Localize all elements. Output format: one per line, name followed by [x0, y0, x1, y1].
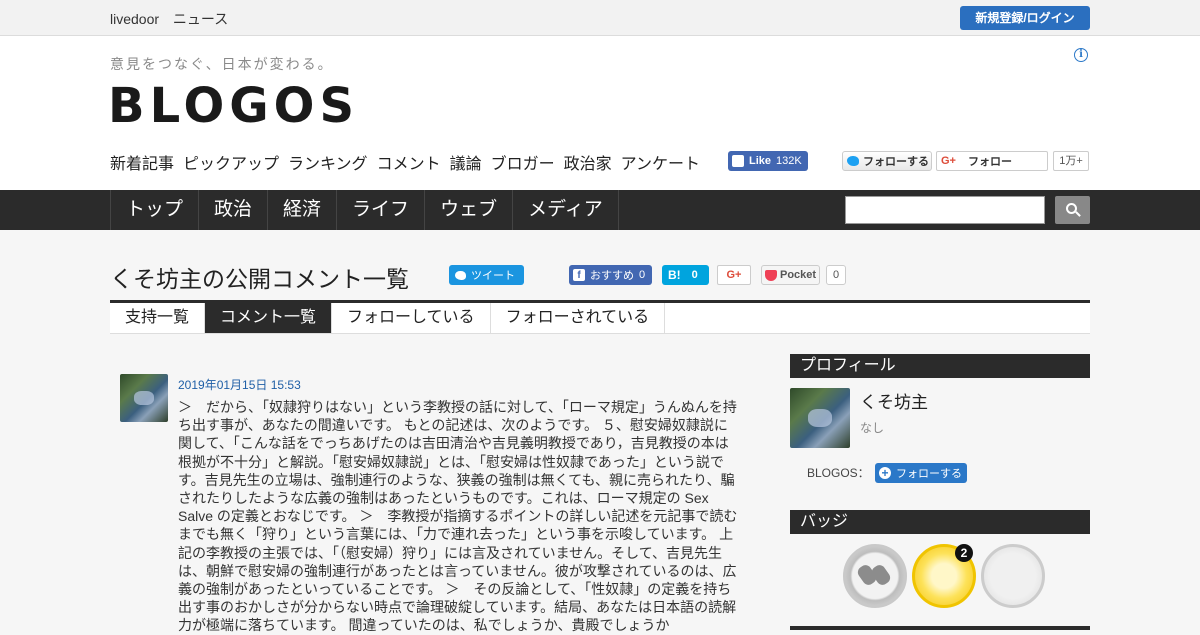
hatena-icon: B!	[668, 268, 681, 282]
commenter-avatar[interactable]	[120, 374, 168, 422]
badge-count: 2	[955, 544, 973, 562]
subnav-politician[interactable]: 政治家	[564, 150, 612, 174]
page-title: くそ坊主の公開コメント一覧	[110, 266, 409, 292]
fb-recommend-label: おすすめ	[590, 270, 634, 282]
pocket-button[interactable]: Pocket	[761, 265, 820, 285]
nav-media[interactable]: メディア	[513, 190, 619, 230]
facebook-like-button[interactable]: Like 132K	[728, 151, 808, 171]
ad-info-icon[interactable]: i	[1074, 48, 1088, 62]
blogos-logo[interactable]: BLOGOS	[108, 78, 359, 134]
subnav-blogger[interactable]: ブロガー	[491, 150, 555, 174]
sidebar-divider	[790, 626, 1090, 630]
plus-icon: +	[879, 467, 891, 479]
tweet-label: ツイート	[471, 270, 515, 282]
fb-recommend-count: 0	[639, 269, 646, 281]
social-share-badge-icon[interactable]	[981, 544, 1045, 608]
thumbs-up-icon	[732, 155, 744, 167]
nav-life[interactable]: ライフ	[337, 190, 426, 230]
profile-tabs: 支持一覧 コメント一覧 フォローしている フォローされている	[110, 300, 1090, 334]
top-bar: livedoor ニュース 新規登録/ログイン	[0, 0, 1200, 36]
comment-body: ＞ だから、「奴隷狩りはない」という李教授の話に対して、「ローマ規定」うんぬんを…	[178, 399, 738, 634]
comment-date-link[interactable]: 2019年01月15日 15:53	[178, 376, 301, 393]
facebook-recommend-button[interactable]: f おすすめ 0	[569, 265, 652, 285]
pocket-icon	[765, 269, 777, 281]
twitter-bird-icon	[847, 156, 859, 166]
binoculars-badge-icon[interactable]	[843, 544, 907, 608]
search-input[interactable]	[845, 196, 1045, 224]
page-title-row: くそ坊主の公開コメント一覧 ツイート f おすすめ 0 B! 0 G+ Pock…	[110, 258, 1090, 294]
subnav-comment[interactable]: コメント	[377, 150, 441, 174]
blogos-label: BLOGOS：	[807, 466, 870, 480]
brand-name: livedoor	[110, 11, 160, 27]
main-navigation: トップ 政治 経済 ライフ ウェブ メディア	[0, 190, 1200, 230]
subnav-pickup[interactable]: ピックアップ	[183, 150, 279, 174]
tab-following[interactable]: フォローしている	[332, 303, 491, 333]
profile-description: なし	[860, 421, 885, 435]
tab-supports[interactable]: 支持一覧	[110, 303, 206, 333]
badge-heading: バッジ	[790, 510, 1090, 534]
site-tagline: 意見をつなぐ、日本が変わる。	[110, 56, 334, 72]
follow-button[interactable]: + フォローする	[875, 463, 967, 483]
pocket-count: 0	[826, 265, 846, 285]
search-button[interactable]	[1055, 196, 1090, 224]
twitter-follow-label: フォローする	[863, 156, 929, 168]
nav-politics[interactable]: 政治	[199, 190, 269, 230]
nav-economy[interactable]: 経済	[268, 190, 338, 230]
hatena-bookmark-button[interactable]: B! 0	[662, 265, 709, 285]
subnav-new-articles[interactable]: 新着記事	[110, 150, 174, 174]
nav-web[interactable]: ウェブ	[425, 190, 514, 230]
profile-name: くそ坊主	[860, 393, 928, 412]
follow-label: フォローする	[896, 468, 962, 480]
subnav-survey[interactable]: アンケート	[621, 150, 700, 174]
tab-followers[interactable]: フォローされている	[491, 303, 666, 333]
register-login-button[interactable]: 新規登録/ログイン	[960, 6, 1090, 30]
profile-heading: プロフィール	[790, 354, 1090, 378]
tweet-button[interactable]: ツイート	[449, 265, 524, 285]
nav-top[interactable]: トップ	[111, 190, 200, 230]
tab-comments[interactable]: コメント一覧	[205, 303, 333, 333]
gplus-follow-count: 1万+	[1053, 151, 1089, 171]
google-plus-follow-button[interactable]: G+ フォロー	[936, 151, 1048, 171]
livedoor-news-link[interactable]: livedoor ニュース	[110, 9, 228, 29]
fb-like-label: Like	[749, 155, 772, 167]
fb-like-count: 132K	[776, 155, 802, 167]
gplus-follow-label: フォロー	[967, 156, 1012, 168]
pocket-label: Pocket	[780, 269, 817, 281]
sub-navigation: 新着記事 ピックアップ ランキング コメント 議論 ブロガー 政治家 アンケート	[110, 150, 700, 174]
google-plus-share-button[interactable]: G+	[717, 265, 751, 285]
google-plus-icon: G+	[941, 155, 956, 167]
subnav-ranking[interactable]: ランキング	[288, 150, 368, 174]
subnav-discussion[interactable]: 議論	[450, 150, 482, 174]
site-header: 意見をつなぐ、日本が変わる。 BLOGOS i 新着記事 ピックアップ ランキン…	[0, 36, 1200, 190]
twitter-bird-icon	[455, 270, 466, 280]
profile-avatar	[790, 388, 850, 448]
brand-sub: ニュース	[172, 11, 229, 27]
facebook-icon: f	[573, 269, 585, 281]
hatena-count: 0	[691, 269, 698, 281]
twitter-follow-button[interactable]: フォローする	[842, 151, 932, 171]
